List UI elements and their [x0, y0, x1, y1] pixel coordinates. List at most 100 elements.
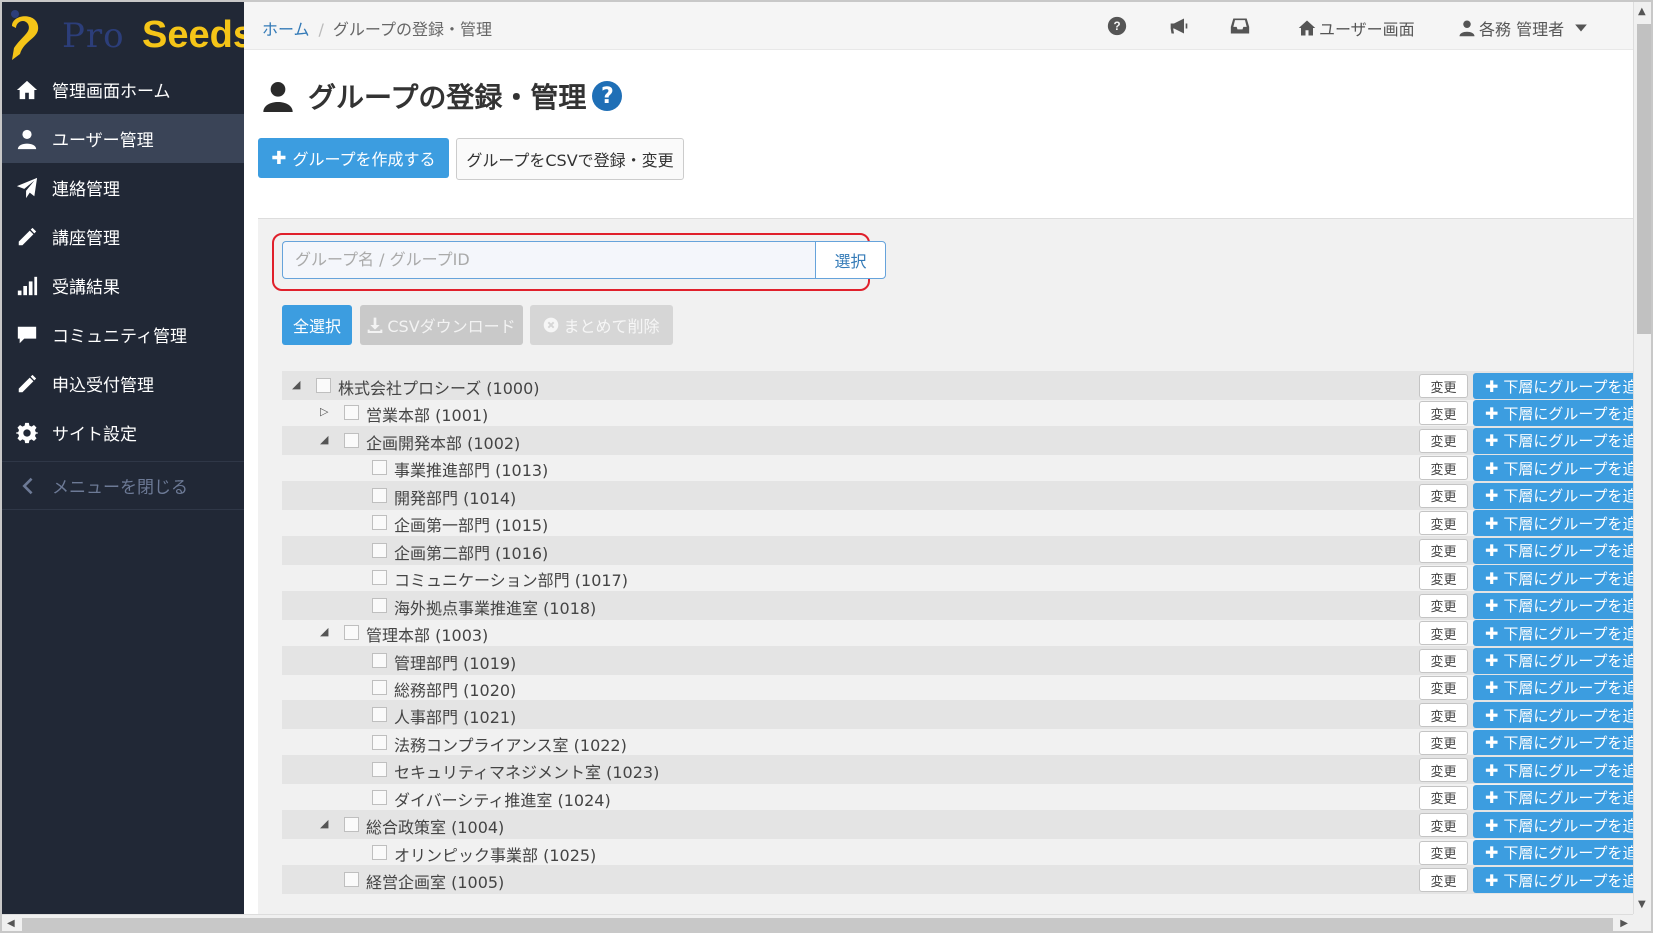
collapse-arrow-icon[interactable]: ◢: [320, 818, 332, 830]
collapse-arrow-icon[interactable]: ◢: [320, 433, 332, 446]
collapse-arrow-icon[interactable]: ◢: [320, 626, 332, 638]
add-child-group-button[interactable]: ✚下層にグループを追加: [1473, 427, 1633, 454]
row-checkbox[interactable]: [372, 515, 387, 531]
row-checkbox[interactable]: [372, 460, 387, 476]
add-child-group-button[interactable]: ✚下層にグループを追加: [1473, 510, 1633, 537]
add-child-group-button[interactable]: ✚下層にグループを追加: [1473, 592, 1633, 619]
sidebar-item-community[interactable]: コミュニティ管理: [2, 310, 244, 359]
row-checkbox[interactable]: [372, 679, 387, 695]
row-checkbox[interactable]: [372, 734, 387, 750]
sidebar-item-site-settings[interactable]: サイト設定: [2, 408, 244, 457]
row-checkbox[interactable]: [372, 789, 387, 805]
add-child-group-button[interactable]: ✚下層にグループを追加: [1473, 565, 1633, 592]
sidebar-item-applications[interactable]: 申込受付管理: [2, 359, 244, 408]
row-checkbox[interactable]: [372, 597, 387, 613]
sidebar-item-course-management[interactable]: 講座管理: [2, 212, 244, 261]
row-checkbox[interactable]: [316, 378, 331, 393]
user-screen-link[interactable]: ユーザー画面: [1298, 16, 1415, 40]
row-checkbox[interactable]: [344, 872, 359, 888]
row-checkbox[interactable]: [344, 405, 359, 421]
add-child-group-button[interactable]: ✚下層にグループを追加: [1473, 537, 1633, 564]
edit-group-button[interactable]: 変更: [1419, 813, 1468, 838]
row-checkbox[interactable]: [372, 542, 387, 558]
row-checkbox[interactable]: [372, 487, 387, 503]
edit-group-button[interactable]: 変更: [1419, 566, 1468, 591]
add-child-group-button[interactable]: ✚下層にグループを追加: [1473, 839, 1633, 866]
row-checkbox[interactable]: [344, 817, 359, 833]
edit-group-button[interactable]: 変更: [1419, 648, 1468, 673]
row-checkbox[interactable]: [372, 652, 387, 668]
scroll-up-icon[interactable]: ▲: [1638, 6, 1646, 17]
scroll-right-icon[interactable]: ▶: [1620, 918, 1628, 929]
scroll-down-icon[interactable]: ▼: [1638, 899, 1646, 910]
sidebar-item-contact-management[interactable]: 連絡管理: [2, 163, 244, 212]
sidebar-item-user-management[interactable]: ユーザー管理: [2, 114, 244, 163]
edit-group-button[interactable]: 変更: [1419, 401, 1468, 426]
row-checkbox[interactable]: [344, 432, 359, 448]
help-icon[interactable]: ?: [592, 81, 623, 111]
edit-group-button[interactable]: 変更: [1419, 675, 1468, 700]
edit-group-button[interactable]: 変更: [1419, 785, 1468, 810]
row-checkbox[interactable]: [372, 844, 387, 860]
breadcrumb-home-link[interactable]: ホーム: [262, 20, 310, 39]
add-child-group-button[interactable]: ✚下層にグループを追加: [1473, 620, 1633, 647]
add-child-group-button[interactable]: ✚下層にグループを追加: [1473, 729, 1633, 756]
edit-group-button[interactable]: 変更: [1419, 428, 1468, 453]
edit-group-button[interactable]: 変更: [1419, 840, 1468, 865]
row-checkbox[interactable]: [372, 570, 387, 586]
add-child-group-button[interactable]: ✚下層にグループを追加: [1473, 674, 1633, 701]
plus-icon: ✚: [1485, 678, 1499, 698]
add-child-group-button[interactable]: ✚下層にグループを追加: [1473, 647, 1633, 674]
add-child-group-button[interactable]: ✚下層にグループを追加: [1473, 702, 1633, 729]
search-select-button[interactable]: 選択: [815, 241, 886, 279]
logo[interactable]: Pro Seeds: [2, 2, 254, 66]
sidebar-item-admin-home[interactable]: 管理画面ホーム: [2, 65, 244, 114]
edit-group-button[interactable]: 変更: [1419, 593, 1468, 618]
add-child-group-button[interactable]: ✚下層にグループを追加: [1473, 757, 1633, 784]
edit-group-button[interactable]: 変更: [1419, 511, 1468, 536]
expand-arrow-icon[interactable]: ▷: [320, 406, 332, 418]
select-all-button[interactable]: 全選択: [282, 305, 352, 345]
edit-group-button[interactable]: 変更: [1419, 730, 1468, 755]
close-menu-button[interactable]: メニューを閉じる: [2, 461, 244, 510]
add-child-group-button[interactable]: ✚下層にグループを追加: [1473, 482, 1633, 509]
csv-register-button[interactable]: グループをCSVで登録・変更: [456, 138, 684, 180]
row-checkbox[interactable]: [372, 707, 387, 723]
add-child-group-button[interactable]: ✚下層にグループを追加: [1473, 373, 1633, 399]
collapse-arrow-icon[interactable]: ◢: [292, 379, 304, 391]
megaphone-icon[interactable]: [1168, 15, 1190, 37]
add-child-group-button[interactable]: ✚下層にグループを追加: [1473, 400, 1633, 427]
row-checkbox[interactable]: [372, 762, 387, 778]
edit-group-button[interactable]: 変更: [1419, 456, 1468, 481]
scroll-left-icon[interactable]: ◀: [7, 918, 15, 929]
edit-group-button[interactable]: 変更: [1419, 621, 1468, 646]
edit-group-button[interactable]: 変更: [1419, 483, 1468, 508]
account-menu[interactable]: 各務 管理者: [1458, 16, 1591, 40]
help-icon[interactable]: ?: [1106, 15, 1128, 37]
vertical-scrollbar[interactable]: ▲ ▼: [1633, 2, 1651, 914]
page-title: グループの登録・管理 ?: [262, 76, 623, 116]
horizontal-scroll-thumb[interactable]: [22, 918, 1613, 931]
bulk-delete-button[interactable]: まとめて削除: [530, 305, 673, 345]
csv-download-button[interactable]: CSVダウンロード: [360, 305, 523, 345]
group-label: 事業推進部門 (1013): [394, 461, 549, 481]
sidebar-item-results[interactable]: 受講結果: [2, 261, 244, 310]
edit-group-button[interactable]: 変更: [1419, 758, 1468, 783]
group-search-input[interactable]: グループ名 / グループID: [282, 241, 815, 279]
sidebar-item-label: 連絡管理: [52, 180, 120, 200]
edit-group-button[interactable]: 変更: [1419, 703, 1468, 728]
edit-group-button[interactable]: 変更: [1419, 868, 1468, 893]
inbox-icon[interactable]: [1229, 15, 1251, 37]
create-group-button[interactable]: ✚ グループを作成する: [258, 138, 449, 178]
horizontal-scrollbar[interactable]: ◀ ▶: [2, 914, 1633, 931]
logo-seeds-text: Seeds: [142, 14, 254, 56]
tree-row: 管理部門 (1019)変更✚下層にグループを追加: [282, 645, 1633, 675]
row-checkbox[interactable]: [344, 625, 359, 641]
edit-group-button[interactable]: 変更: [1419, 374, 1468, 398]
add-child-group-button[interactable]: ✚下層にグループを追加: [1473, 867, 1633, 894]
vertical-scroll-thumb[interactable]: [1637, 24, 1651, 334]
add-child-group-button[interactable]: ✚下層にグループを追加: [1473, 812, 1633, 839]
add-child-group-button[interactable]: ✚下層にグループを追加: [1473, 455, 1633, 482]
edit-group-button[interactable]: 変更: [1419, 538, 1468, 563]
add-child-group-button[interactable]: ✚下層にグループを追加: [1473, 784, 1633, 811]
